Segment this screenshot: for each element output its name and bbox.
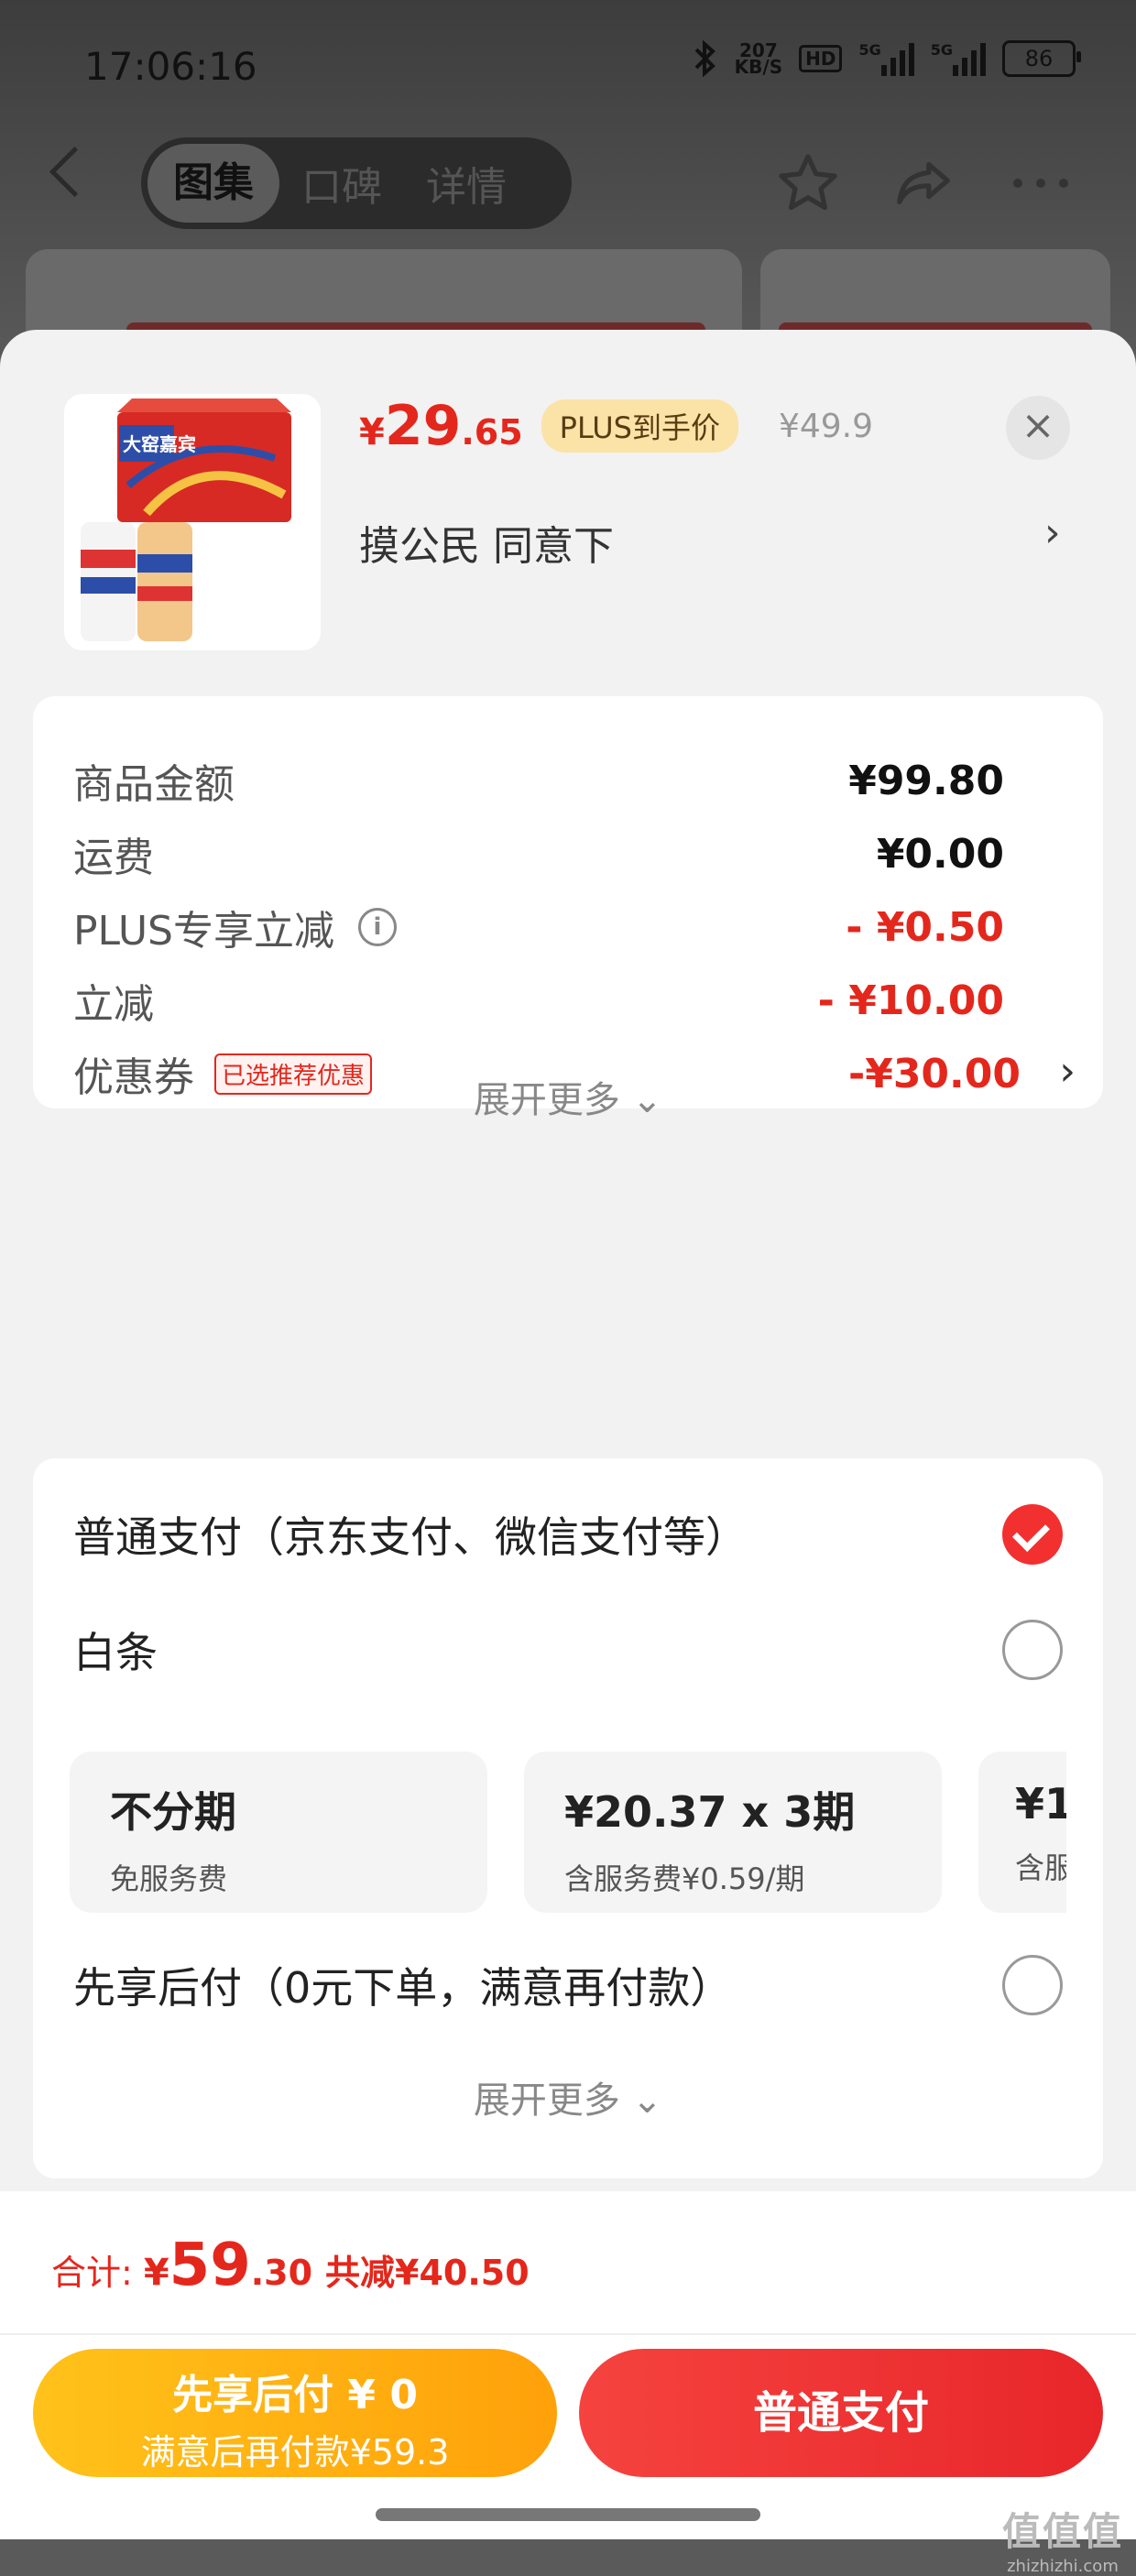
standard-pay-button[interactable]: 普通支付	[579, 2349, 1103, 2477]
more-icon[interactable]	[1004, 147, 1077, 220]
tab-reviews[interactable]: 口碑	[279, 154, 404, 213]
status-time: 17:06:16	[84, 44, 257, 89]
hd-icon: HD	[799, 45, 843, 72]
bottom-bar: 合计: ¥ 59 .30 共减¥40.50 先享后付 ¥ 0 满意后再付款¥59…	[0, 2191, 1136, 2576]
tab-gallery[interactable]: 图集	[147, 144, 279, 223]
summary-row-goods: 商品金额 ¥99.80	[73, 757, 1004, 809]
star-icon[interactable]	[771, 147, 845, 220]
payment-option-standard[interactable]: 普通支付（京东支付、微信支付等）	[73, 1493, 1063, 1576]
status-bar: 17:06:16 207 KB/S HD 5G 5G 86	[0, 0, 1136, 137]
watermark: 值值值 zhizhizhi.com	[1001, 2509, 1123, 2576]
signal-icon-2: 5G	[931, 41, 986, 76]
plus-price-badge: PLUS到手价	[541, 399, 738, 453]
summary-row-discount: 立减 - ¥10.00	[73, 977, 1004, 1029]
radio-checked-icon[interactable]	[1002, 1504, 1063, 1565]
product-price: ¥ 29 .65 PLUS到手价 ¥49.9	[359, 394, 874, 458]
battery-icon: 86	[1002, 40, 1081, 77]
close-icon[interactable]: ×	[1006, 396, 1070, 460]
radio-icon[interactable]	[1002, 1620, 1063, 1680]
installment-option-3[interactable]: ¥20.37 x 3期 含服务费¥0.59/期	[524, 1752, 942, 1913]
installment-option-more[interactable]: ¥1 含服	[978, 1752, 1066, 1913]
radio-icon[interactable]	[1002, 1955, 1063, 2015]
order-total: 合计: ¥ 59 .30 共减¥40.50	[51, 2232, 530, 2299]
original-price: ¥49.9	[778, 407, 874, 445]
product-header: 大窑嘉宾 ¥ 29 .65 PLUS到手价 ¥49.9 摸公民 同意下 ›	[0, 330, 1136, 678]
summary-row-plus-discount: PLUS专享立减 i - ¥0.50	[73, 903, 1004, 955]
expand-more-payment[interactable]: 展开更多 ⌄	[33, 2070, 1103, 2123]
summary-row-shipping: 运费 ¥0.00	[73, 830, 1004, 882]
payment-option-bnpl[interactable]: 先享后付（0元下单，满意再付款）	[73, 1944, 1063, 2026]
bnpl-button[interactable]: 先享后付 ¥ 0 满意后再付款¥59.3	[33, 2349, 557, 2477]
divider	[0, 2333, 1136, 2335]
home-indicator[interactable]	[376, 2508, 760, 2521]
signal-icon-1: 5G	[858, 41, 914, 76]
product-spec[interactable]: 摸公民 同意下	[359, 513, 614, 572]
status-icons: 207 KB/S HD 5G 5G 86	[693, 39, 1081, 78]
info-icon[interactable]: i	[358, 908, 397, 946]
chevron-right-icon[interactable]: ›	[1044, 509, 1061, 556]
product-package-title: 大窑嘉宾	[123, 433, 196, 455]
share-icon[interactable]	[887, 147, 960, 220]
product-image: 大窑嘉宾	[64, 394, 321, 650]
payment-methods-card: 普通支付（京东支付、微信支付等） 白条 不分期 免服务费 ¥20.37 x 3期…	[33, 1458, 1103, 2178]
tab-details[interactable]: 详情	[404, 154, 529, 213]
tab-group: 图集 口碑 详情	[141, 137, 572, 229]
total-saving: 共减¥40.50	[325, 2253, 530, 2293]
expand-more-summary[interactable]: 展开更多 ⌄	[0, 1070, 1136, 1123]
price-summary-card: 商品金额 ¥99.80 运费 ¥0.00 PLUS专享立减 i - ¥0.50 立…	[33, 696, 1103, 1108]
net-speed: 207 KB/S	[734, 39, 783, 78]
payment-option-baitiao[interactable]: 白条	[73, 1609, 1063, 1691]
installment-option-none[interactable]: 不分期 免服务费	[70, 1752, 487, 1913]
bluetooth-icon	[694, 40, 715, 77]
installment-options: 不分期 免服务费 ¥20.37 x 3期 含服务费¥0.59/期 ¥1 含服	[70, 1752, 1066, 1916]
